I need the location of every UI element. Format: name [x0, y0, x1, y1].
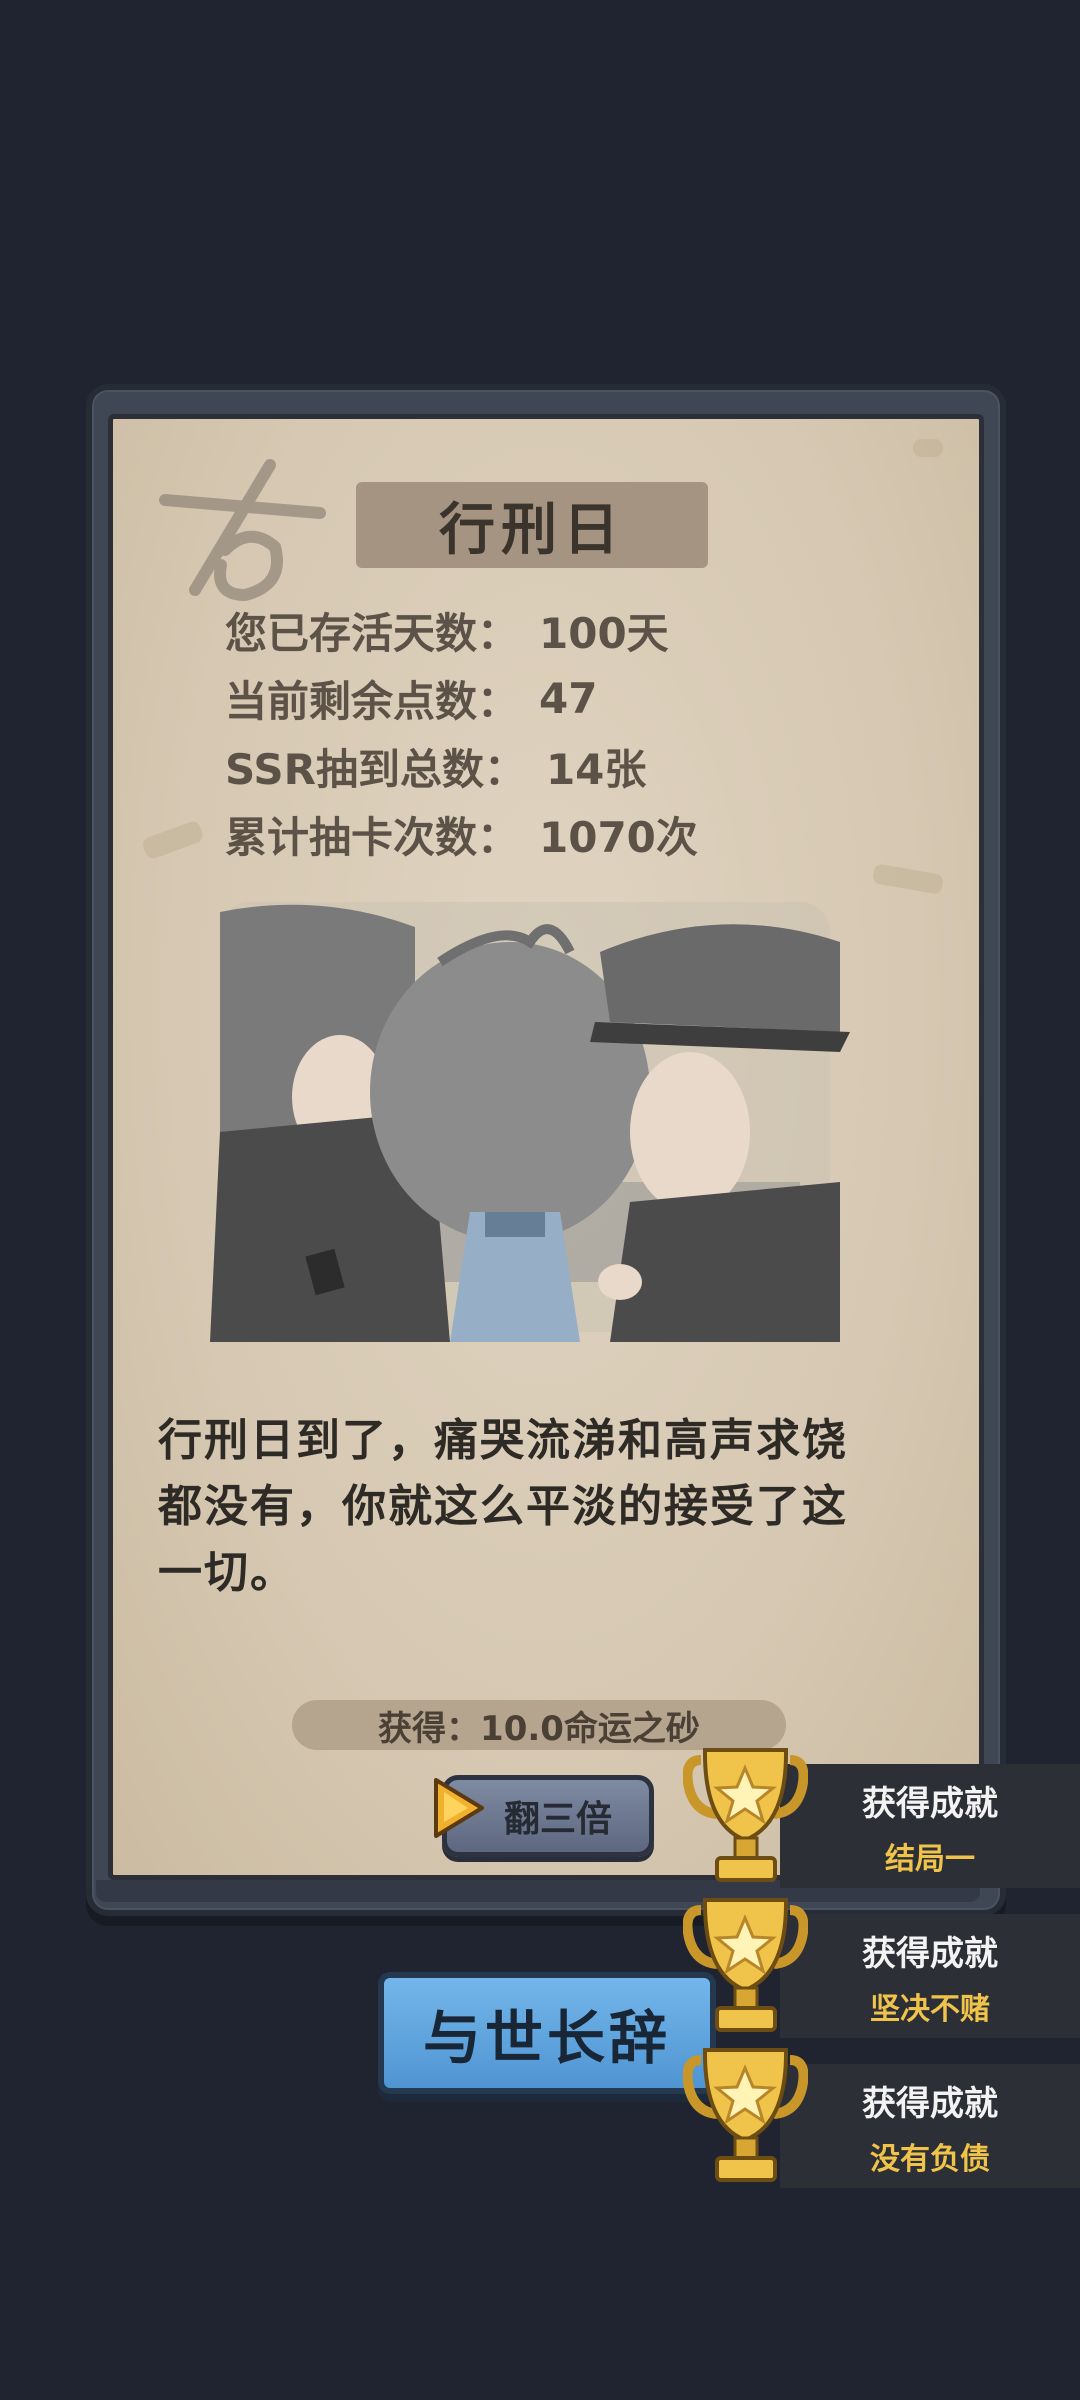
trophy-icon: [683, 2048, 808, 2182]
stat-value: 47: [539, 673, 598, 723]
stat-value: 1070次: [539, 812, 698, 862]
story-line: 都没有，你就这么平淡的接受了这: [158, 1481, 848, 1532]
stamp-doodle-icon: [159, 459, 326, 602]
farewell-button[interactable]: 与世长辞: [378, 1972, 716, 2094]
stat-label: SSR抽到总数：: [225, 744, 526, 794]
stat-ssr-total: SSR抽到总数： 14张: [225, 732, 698, 800]
achievement-title: 获得成就: [862, 1784, 998, 1824]
game-screen: 行刑日 您已存活天数： 100天 当前剩余点数： 47 SSR抽到总数： 14张…: [0, 0, 1080, 2400]
triple-reward-label: 翻三倍: [503, 1799, 612, 1840]
stat-value: 14张: [545, 744, 647, 794]
achievement-title: 获得成就: [862, 2084, 998, 2124]
achievement-name: 结局一: [885, 1842, 975, 1877]
stat-points-left: 当前剩余点数： 47: [225, 664, 698, 732]
stats-list: 您已存活天数： 100天 当前剩余点数： 47 SSR抽到总数： 14张 累计抽…: [225, 596, 698, 868]
stat-label: 当前剩余点数：: [225, 676, 520, 726]
paper-scratch: [871, 863, 945, 895]
stat-days-survived: 您已存活天数： 100天: [225, 596, 698, 664]
reward-text: 获得：10.0命运之砂: [378, 1708, 700, 1749]
achievement-name: 坚决不赌: [870, 1992, 990, 2027]
stat-label: 累计抽卡次数：: [225, 812, 520, 862]
achievement-toast: 获得成就 结局一: [780, 1764, 1080, 1888]
story-line: 一切。: [158, 1547, 296, 1598]
achievement-toast: 获得成就 坚决不赌: [780, 1914, 1080, 2038]
story-line: 行刑日到了，痛哭流涕和高声求饶: [158, 1415, 848, 1466]
paper-scratch: [913, 439, 943, 457]
trophy-icon: [683, 1898, 808, 2032]
play-ad-icon[interactable]: [430, 1776, 486, 1840]
achievement-name: 没有负债: [870, 2142, 990, 2177]
achievement-toast: 获得成就 没有负债: [780, 2064, 1080, 2188]
stat-draw-count: 累计抽卡次数： 1070次: [225, 800, 698, 868]
stat-value: 100天: [539, 608, 669, 658]
story-text: 行刑日到了，痛哭流涕和高声求饶 都没有，你就这么平淡的接受了这 一切。: [158, 1408, 938, 1606]
card-title-plate: 行刑日: [356, 482, 708, 568]
achievement-title: 获得成就: [862, 1934, 998, 1974]
card-title: 行刑日: [439, 497, 625, 563]
farewell-label: 与世长辞: [422, 2004, 671, 2072]
trophy-icon: [683, 1748, 808, 1882]
execution-illustration: [210, 902, 850, 1342]
paper-scratch: [141, 819, 205, 861]
stat-label: 您已存活天数：: [225, 608, 520, 658]
